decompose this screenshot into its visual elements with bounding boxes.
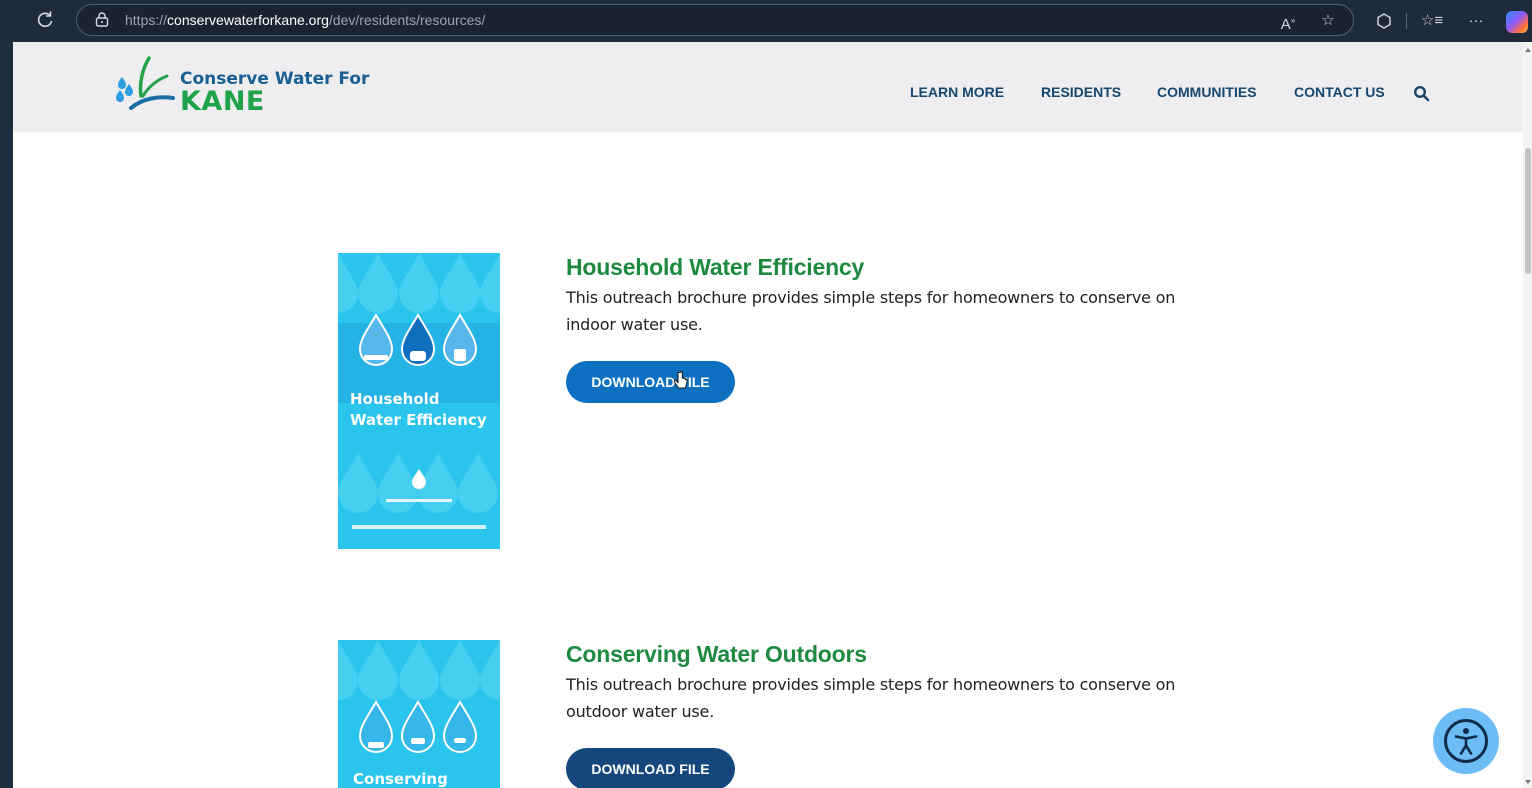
more-icon[interactable]: ··· (1464, 9, 1488, 33)
favorites-icon[interactable]: ☆≡ (1420, 9, 1444, 33)
site-logo[interactable]: Conserve Water For KANE (113, 56, 373, 117)
hand-cursor-icon (674, 371, 688, 389)
download-file-button[interactable]: DOWNLOAD FILE (566, 361, 735, 403)
reload-icon[interactable] (34, 9, 56, 31)
left-panel-edge (0, 42, 13, 788)
cover-title-line2: Water Efficiency (350, 411, 487, 429)
nav-communities[interactable]: COMMUNITIES (1157, 84, 1257, 100)
household-brochure-cover[interactable]: Household Water Efficiency (338, 253, 500, 549)
address-bar[interactable]: https://conservewaterforkane.org/dev/res… (76, 4, 1354, 36)
toolbar-divider (1406, 13, 1407, 29)
search-icon[interactable] (1413, 85, 1431, 103)
scroll-down-icon[interactable] (1524, 778, 1532, 786)
download-file-button[interactable]: DOWNLOAD FILE (566, 748, 735, 788)
address-bar-url[interactable]: https://conservewaterforkane.org/dev/res… (125, 12, 485, 28)
scroll-up-icon[interactable] (1524, 46, 1532, 54)
logo-text-line2: KANE (180, 86, 265, 117)
read-aloud-icon[interactable]: A» (1277, 10, 1299, 33)
accessibility-button[interactable] (1433, 708, 1499, 774)
nav-learn-more[interactable]: LEARN MORE (910, 84, 1004, 100)
site-header: Conserve Water For KANE LEARN MORE RESID… (13, 42, 1523, 132)
resource-description: This outreach brochure provides simple s… (566, 288, 1176, 334)
cover-title-line1: Household (350, 390, 440, 408)
copilot-icon[interactable] (1506, 11, 1528, 33)
resource-description: This outreach brochure provides simple s… (566, 675, 1176, 721)
outdoors-brochure-cover[interactable]: Conserving (338, 640, 500, 788)
extensions-icon[interactable] (1372, 9, 1396, 33)
web-page: Conserve Water For KANE LEARN MORE RESID… (13, 42, 1523, 788)
browser-toolbar: https://conservewaterforkane.org/dev/res… (0, 0, 1532, 42)
cover-title-line1: Conserving (353, 770, 448, 788)
resource-title[interactable]: Conserving Water Outdoors (566, 641, 867, 668)
lock-icon[interactable] (95, 12, 109, 27)
nav-residents[interactable]: RESIDENTS (1041, 84, 1121, 100)
resource-title[interactable]: Household Water Efficiency (566, 254, 864, 281)
scrollbar-thumb[interactable] (1525, 148, 1531, 274)
nav-contact-us[interactable]: CONTACT US (1294, 84, 1385, 100)
accessibility-icon (1444, 719, 1488, 763)
water-drops-logo-icon (116, 56, 175, 110)
star-icon[interactable]: ☆ (1317, 10, 1339, 32)
